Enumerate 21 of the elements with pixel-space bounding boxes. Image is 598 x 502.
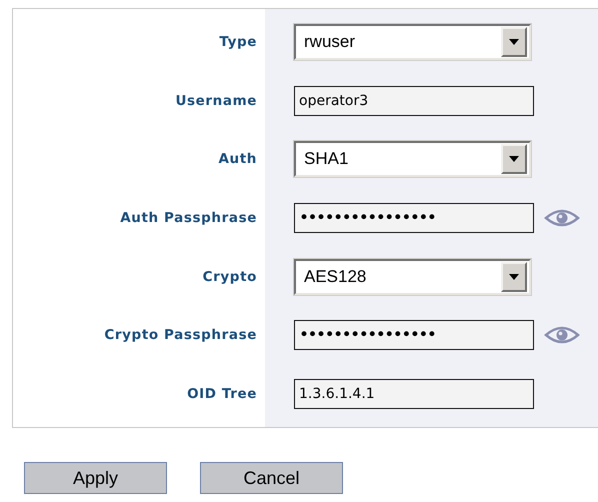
caret-icon: [509, 274, 519, 280]
field-label: Auth: [218, 151, 257, 168]
password-field[interactable]: ••••••••••••••••: [294, 203, 534, 234]
dropdown[interactable]: SHA1: [294, 141, 531, 178]
form-button[interactable]: Cancel: [200, 462, 343, 494]
field-label: Crypto: [202, 268, 257, 285]
eye-icon[interactable]: [544, 207, 580, 230]
field-label: Username: [175, 92, 257, 109]
field-label: Type: [219, 34, 257, 50]
field-label: Auth Passphrase: [120, 210, 257, 226]
form-button[interactable]: Apply: [24, 462, 167, 494]
dropdown[interactable]: AES128: [294, 258, 531, 295]
input-field[interactable]: operator3: [294, 86, 534, 116]
eye-icon[interactable]: [544, 324, 580, 346]
dropdown[interactable]: rwuser: [294, 24, 531, 60]
caret-icon: [509, 39, 519, 46]
password-field[interactable]: ••••••••••••••••: [294, 320, 534, 350]
field-label: Crypto Passphrase: [104, 327, 257, 344]
input-field[interactable]: 1.3.6.1.4.1: [294, 378, 534, 409]
field-label: OID Tree: [187, 386, 257, 402]
caret-icon: [509, 156, 519, 162]
